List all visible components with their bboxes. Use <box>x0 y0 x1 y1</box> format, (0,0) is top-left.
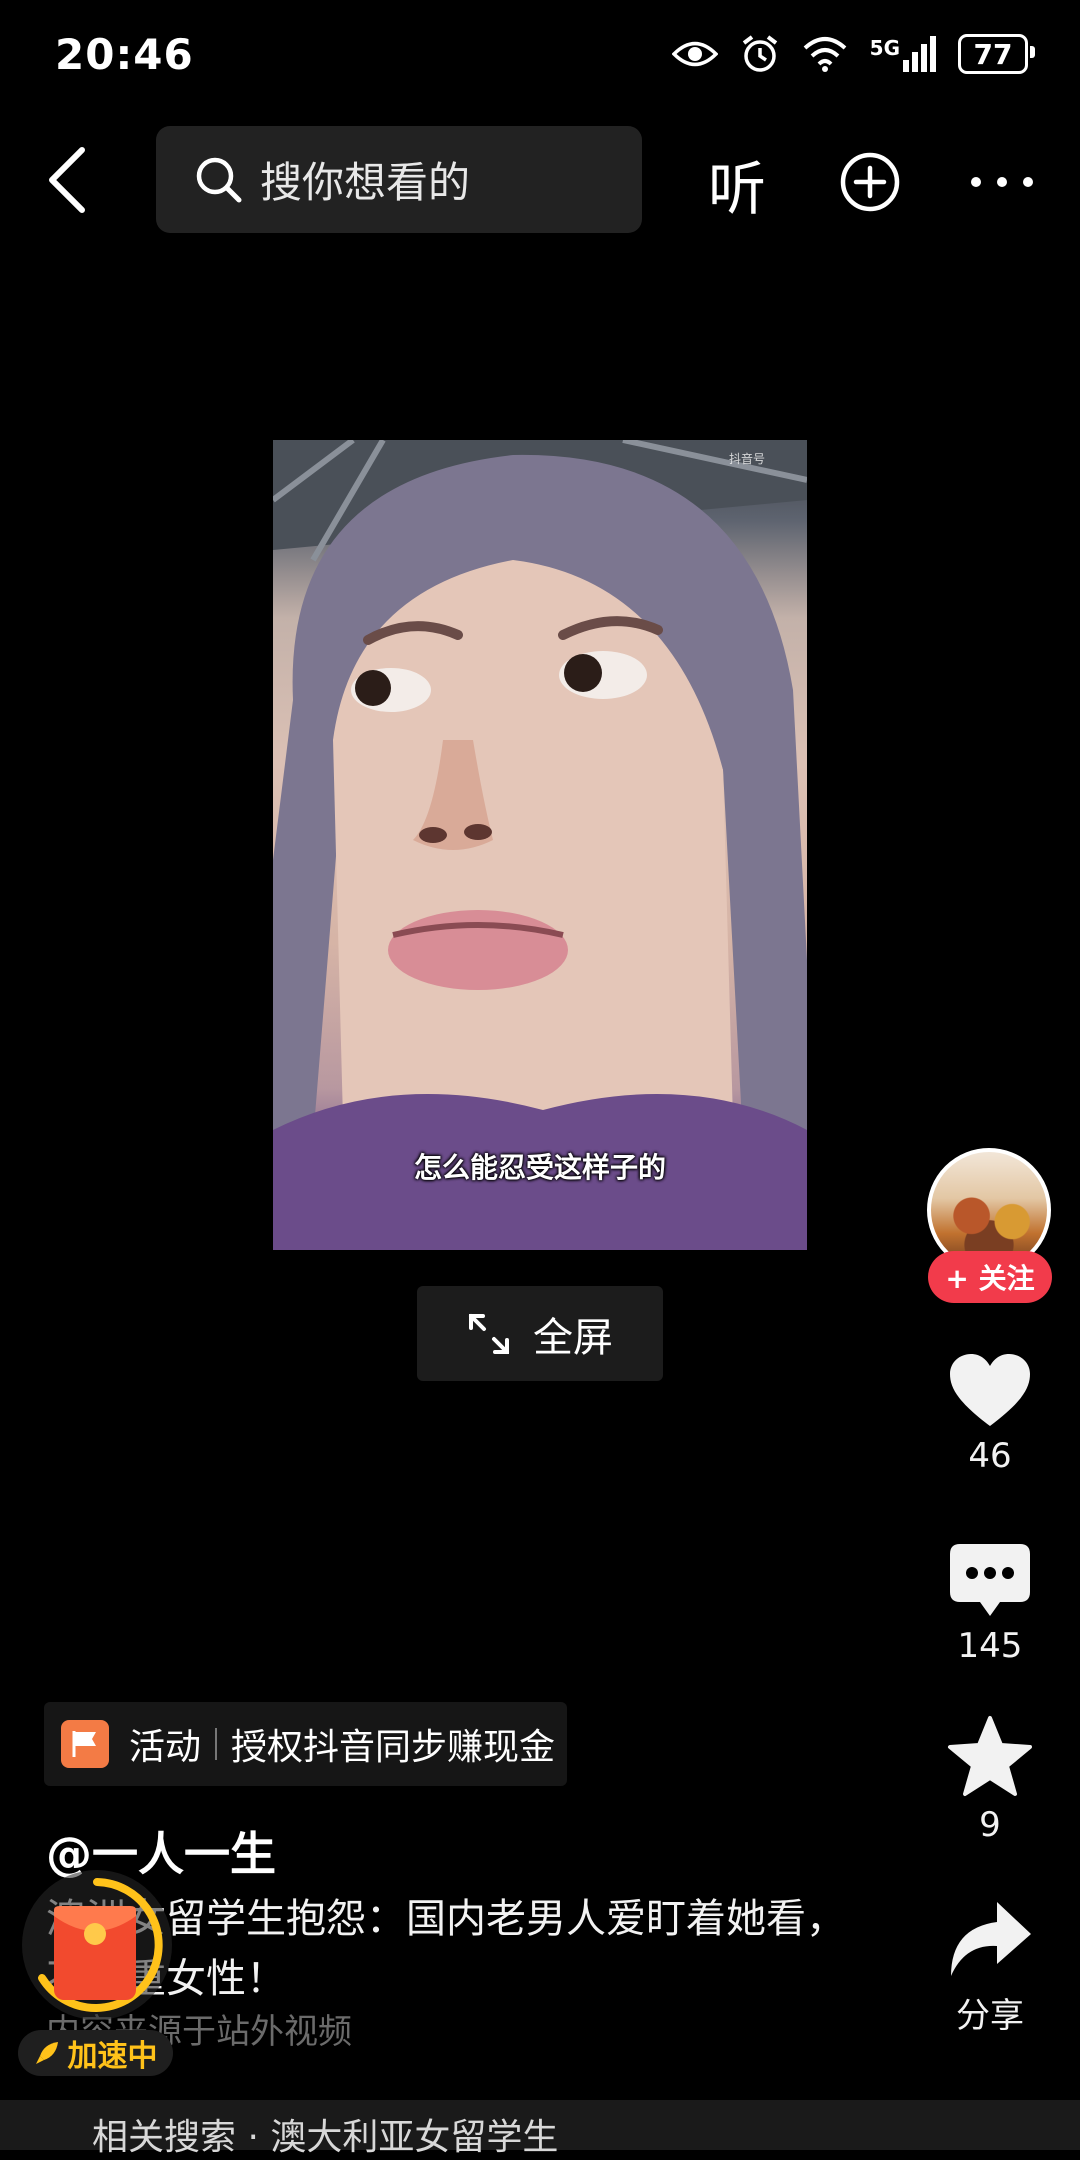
alarm-icon <box>742 35 777 72</box>
activity-label: 活动 <box>129 1727 202 1768</box>
heart-icon <box>950 1354 1030 1426</box>
share-label: 分享 <box>956 1996 1024 2036</box>
network-label: 5G <box>869 36 900 60</box>
video-subtitle: 怎么能忍受这样子的 <box>413 1151 666 1184</box>
add-button[interactable] <box>839 151 901 213</box>
like-button[interactable]: 46 <box>930 1352 1050 1476</box>
boost-badge: 加速中 <box>18 2030 173 2076</box>
share-button[interactable]: 分享 <box>930 1900 1050 2037</box>
boost-label: 加速中 <box>67 2039 158 2074</box>
status-time: 20:46 <box>55 30 194 79</box>
fullscreen-label: 全屏 <box>533 1314 613 1361</box>
video-player[interactable]: 抖音号 怎么能忍受这样子的 <box>273 440 807 1250</box>
star-icon <box>948 1716 1032 1796</box>
comment-icon <box>950 1544 1030 1616</box>
listen-button[interactable]: 听 <box>708 142 766 226</box>
comment-button[interactable]: 145 <box>930 1542 1050 1666</box>
expand-icon <box>469 1313 509 1354</box>
fullscreen-button[interactable]: 全屏 <box>417 1286 663 1381</box>
battery-icon: 77 <box>958 34 1035 74</box>
cellular-5g-icon: 5G <box>870 36 936 72</box>
eye-icon <box>671 41 718 67</box>
rocket-icon <box>35 2042 58 2064</box>
wifi-icon <box>803 37 846 72</box>
related-search-text: 相关搜索 · 澳大利亚女留学生 <box>92 2117 559 2158</box>
share-icon <box>951 1902 1031 1976</box>
activity-divider <box>215 1728 218 1760</box>
search-placeholder: 搜你想看的 <box>260 158 471 207</box>
search-input[interactable]: 搜你想看的 <box>156 126 642 233</box>
video-scene <box>273 440 807 1250</box>
battery-level: 77 <box>973 37 1013 71</box>
red-packet-icon <box>54 1906 136 2000</box>
related-search-bar[interactable]: 相关搜索 · 澳大利亚女留学生 <box>0 2100 1080 2158</box>
comment-count: 145 <box>957 1626 1023 1666</box>
follow-button[interactable]: + 关注 <box>928 1251 1052 1303</box>
favorite-count: 9 <box>979 1805 1001 1845</box>
activity-text: 授权抖音同步赚现金 <box>231 1727 556 1768</box>
back-button[interactable] <box>42 145 92 215</box>
like-count: 46 <box>968 1436 1012 1476</box>
search-icon <box>196 157 242 202</box>
video-watermark: 抖音号 <box>728 452 765 466</box>
flag-icon <box>61 1720 109 1768</box>
more-options-button[interactable] <box>970 172 1034 192</box>
status-icons: 5G 77 <box>671 34 1035 74</box>
activity-tag[interactable]: 活动 授权抖音同步赚现金 <box>44 1702 567 1786</box>
favorite-button[interactable]: 9 <box>930 1715 1050 1845</box>
